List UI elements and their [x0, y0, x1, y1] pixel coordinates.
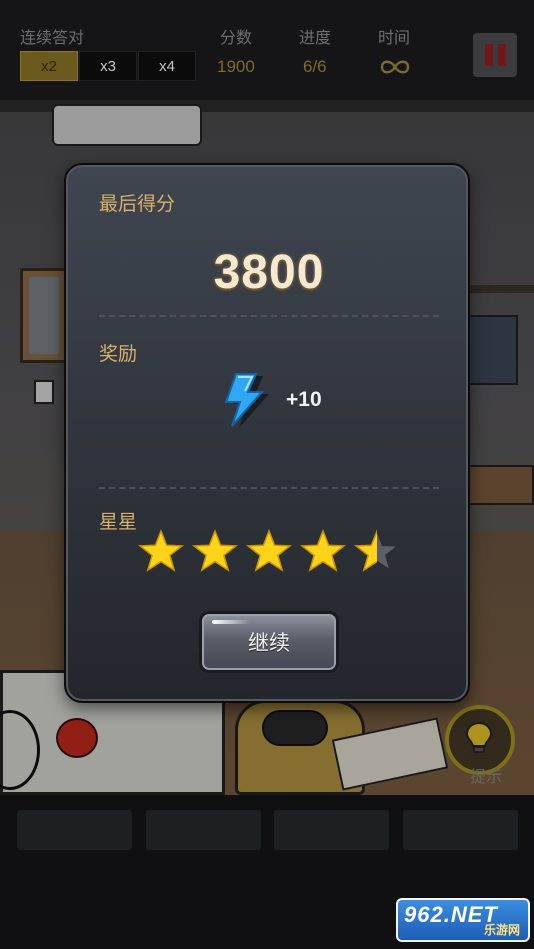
lightning-bolt-icon — [224, 373, 269, 428]
score-value: 1900 — [217, 57, 255, 76]
star-rating — [138, 529, 408, 575]
pause-button[interactable] — [473, 33, 517, 77]
combo-x2: x2 — [20, 51, 78, 81]
final-score: 3800 — [213, 246, 325, 299]
item-slot[interactable] — [274, 810, 389, 850]
progress-label: 进度 — [299, 30, 332, 47]
star-full-icon — [246, 529, 292, 572]
star-half-icon — [354, 529, 400, 572]
item-slot[interactable] — [17, 810, 132, 850]
time-label: 时间 — [378, 30, 411, 47]
button-shine — [212, 620, 250, 624]
pause-icon — [484, 44, 493, 66]
combo-x3: x3 — [79, 51, 137, 81]
divider — [99, 487, 439, 489]
infinity-icon — [380, 60, 410, 74]
result-dialog: 最后得分 3800 奖励 +10 星星 继续 — [64, 163, 470, 703]
reward-title: 奖励 — [99, 344, 138, 365]
top-hud: 连续答对 x2 x3 x4 分数 1900 进度 6/6 时间 — [0, 0, 534, 100]
progress-value: 6/6 — [303, 57, 327, 76]
continue-button[interactable]: 继续 — [199, 611, 339, 673]
star-full-icon — [138, 529, 184, 572]
combo-x4: x4 — [138, 51, 196, 81]
item-slot[interactable] — [403, 810, 518, 850]
site-watermark: 962.NET 乐游网 — [396, 898, 530, 942]
star-full-icon — [192, 529, 238, 572]
divider — [99, 315, 439, 317]
star-full-icon — [300, 529, 346, 572]
reward-amount: +10 — [286, 388, 322, 411]
watermark-sub: 乐游网 — [483, 923, 520, 937]
score-label: 分数 — [220, 30, 253, 47]
stars-title: 星星 — [99, 512, 138, 533]
pause-icon-bar — [497, 44, 506, 66]
continue-label: 继续 — [248, 632, 290, 655]
item-slot[interactable] — [146, 810, 261, 850]
final-score-title: 最后得分 — [99, 194, 176, 215]
reward-row: +10 — [214, 370, 322, 430]
combo-label: 连续答对 — [20, 30, 85, 47]
